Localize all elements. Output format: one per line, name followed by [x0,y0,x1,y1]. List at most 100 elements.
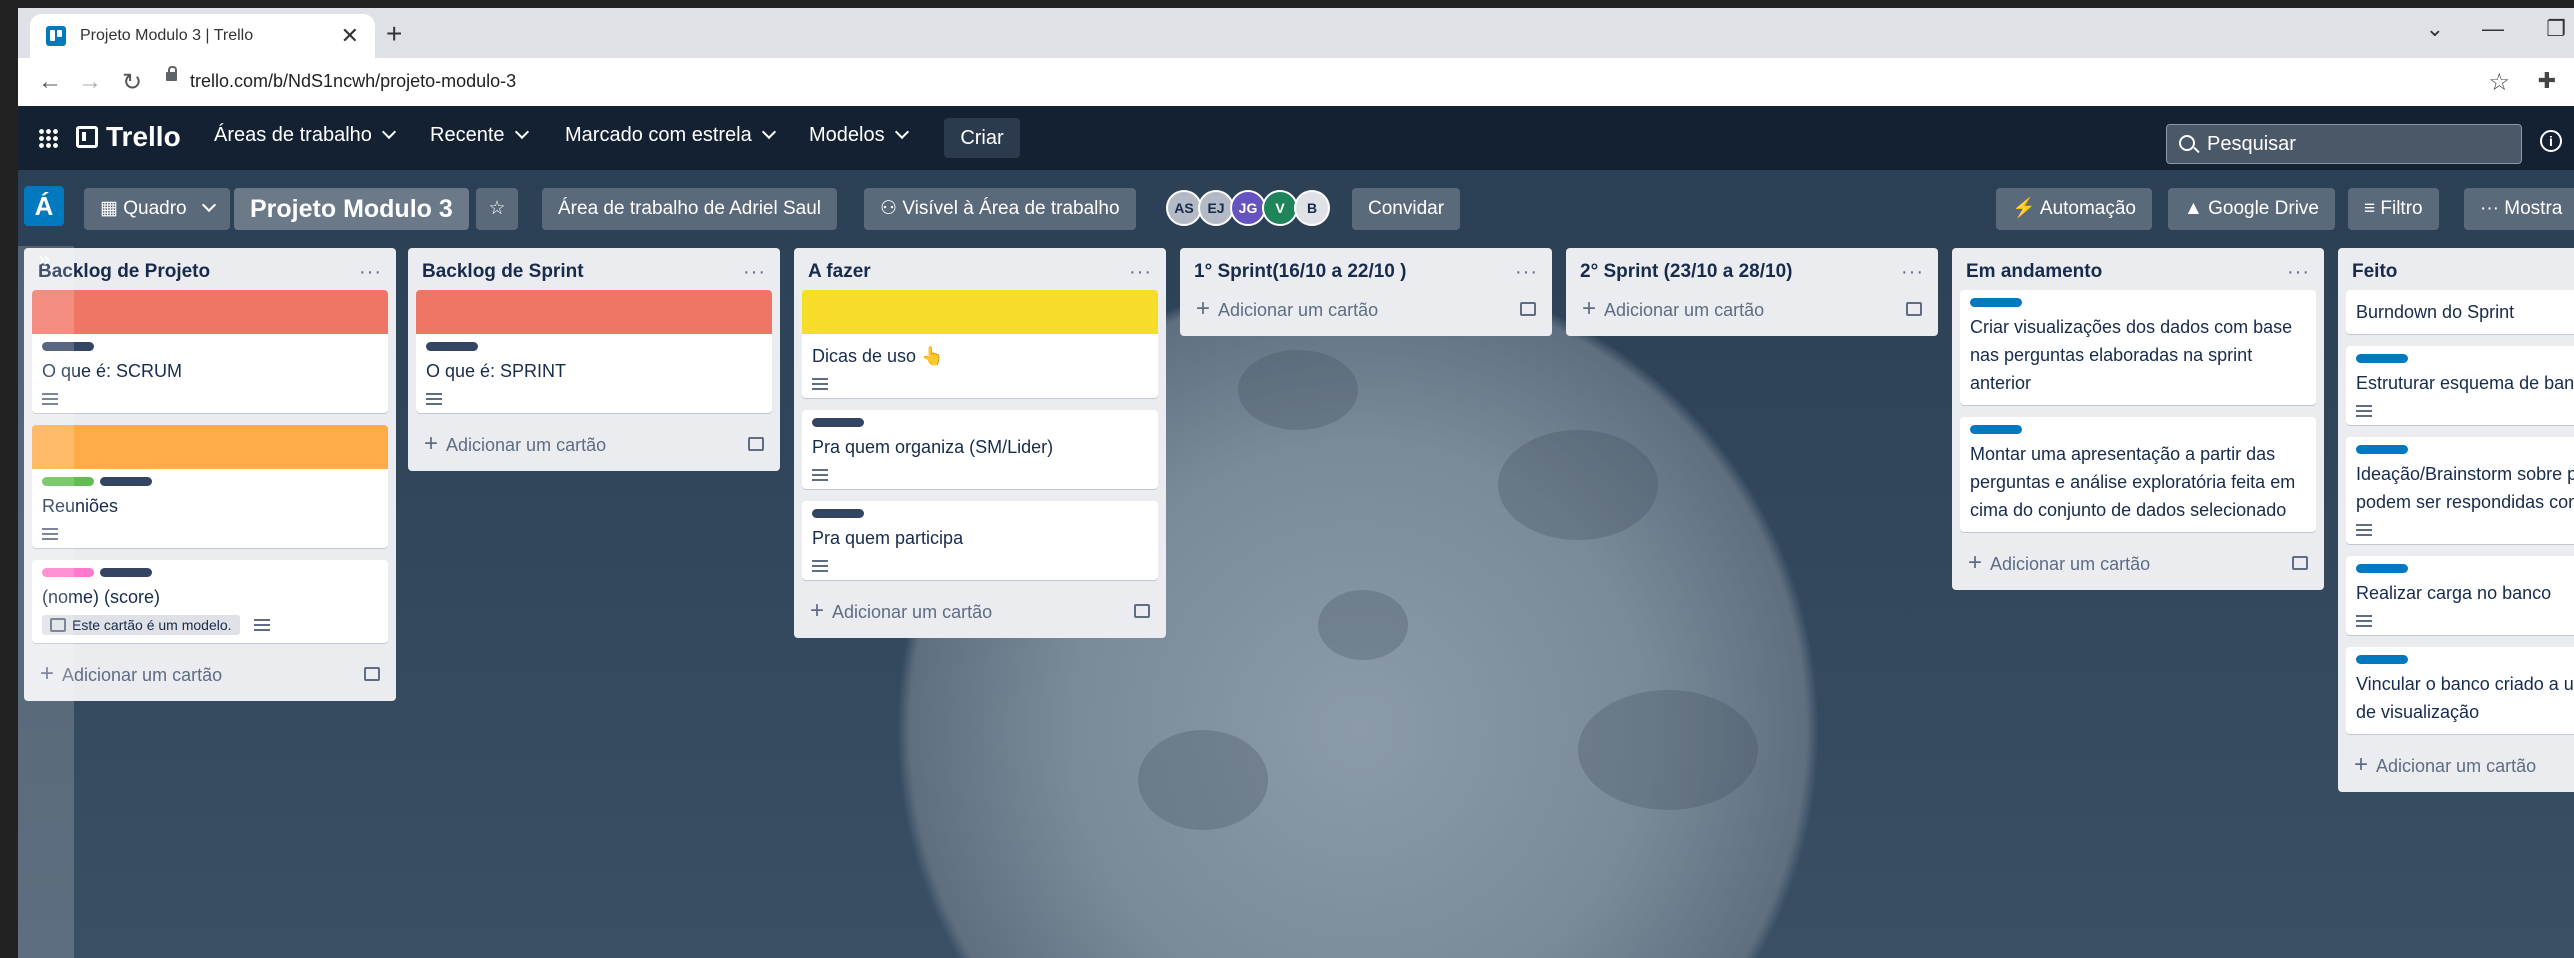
card-label[interactable] [812,418,864,427]
create-button[interactable]: Criar [944,118,1020,158]
card[interactable]: Realizar carga no banco [2346,556,2574,635]
extensions-icon[interactable]: ✚ [2538,68,2556,94]
invite-button[interactable]: Convidar [1352,188,1461,230]
workspace-button[interactable]: Área de trabalho de Adriel Saul [542,188,838,230]
list-menu-icon[interactable]: ··· [359,261,382,284]
list-title[interactable]: Backlog de Sprint [422,261,584,283]
list-header[interactable]: Backlog de Projeto ··· [32,254,388,290]
list-title[interactable]: Em andamento [1966,261,2102,283]
reload-icon[interactable]: ↻ [122,68,142,97]
list-header[interactable]: Em andamento ··· [1960,254,2316,290]
google-drive-button[interactable]: ▲ Google Drive [2168,188,2335,230]
create-from-template-icon[interactable] [1520,302,1536,316]
board-title[interactable]: Projeto Modulo 3 [234,188,469,230]
list-menu-icon[interactable]: ··· [1515,261,1538,284]
nav-starred[interactable]: Marcado com estrela [565,124,776,147]
create-from-template-icon[interactable] [1134,604,1150,618]
workspace-badge[interactable]: Á [24,186,64,226]
list-title[interactable]: 2° Sprint (23/10 a 28/10) [1580,261,1792,283]
card-label[interactable] [2356,655,2408,664]
card[interactable]: Dicas de uso 👆 [802,290,1158,398]
card-label[interactable] [2356,354,2408,363]
search-icon [2179,135,2195,151]
apps-grid-icon[interactable] [38,128,58,148]
list-menu-icon[interactable]: ··· [1129,261,1152,284]
create-from-template-icon[interactable] [1906,302,1922,316]
list-menu-icon[interactable]: ··· [2287,261,2310,284]
add-card-button[interactable]: + Adicionar um cartão [2346,746,2574,784]
list-header[interactable]: 1° Sprint(16/10 a 22/10 ) ··· [1188,254,1544,290]
create-from-template-icon[interactable] [364,667,380,681]
card-label[interactable] [812,509,864,518]
add-card-button[interactable]: + Adicionar um cartão [1574,290,1930,328]
list-title[interactable]: 1° Sprint(16/10 a 22/10 ) [1194,261,1406,283]
trello-logo[interactable]: Trello [76,121,181,153]
card[interactable]: O que é: SCRUM [32,290,388,413]
tab-search-icon[interactable]: ⌄ [2426,16,2444,42]
list-title[interactable]: A fazer [808,261,871,283]
plus-icon: + [2354,751,2369,778]
list-title[interactable]: Feito [2352,261,2397,283]
card[interactable]: Estruturar esquema de banco de dados [2346,346,2574,425]
sidebar-collapsed[interactable] [18,246,74,958]
nav-templates[interactable]: Modelos [809,124,909,147]
avatar[interactable]: B [1294,190,1330,226]
filter-button[interactable]: ≡ Filtro [2348,188,2439,230]
description-icon [812,469,828,481]
list-header[interactable]: Feito··· [2346,254,2574,290]
list-header[interactable]: A fazer ··· [802,254,1158,290]
back-arrow-icon[interactable]: ← [38,68,62,96]
avatar[interactable]: JG [1230,190,1266,226]
avatar[interactable]: EJ [1198,190,1234,226]
add-card-button[interactable]: + Adicionar um cartão [416,425,772,463]
restore-window-icon[interactable]: ❐ [2546,16,2566,42]
automation-button[interactable]: ⚡ Automação [1996,188,2153,230]
nav-recent[interactable]: Recente [430,124,529,147]
add-card-button[interactable]: + Adicionar um cartão [32,655,388,693]
card-label[interactable] [1970,425,2022,434]
card-label[interactable] [426,342,478,351]
card-label[interactable] [100,568,152,577]
card-label[interactable] [2356,564,2408,573]
view-switcher-button[interactable]: ▦ Quadro [84,188,230,230]
browser-tab[interactable]: Projeto Modulo 3 | Trello ✕ [30,14,375,58]
bookmark-star-icon[interactable]: ☆ [2488,68,2510,97]
create-from-template-icon[interactable] [748,437,764,451]
url-field[interactable]: trello.com/b/NdS1ncwh/projeto-modulo-3 [190,71,516,92]
list-header[interactable]: 2° Sprint (23/10 a 28/10) ··· [1574,254,1930,290]
search-input[interactable]: Pesquisar [2166,124,2522,164]
card[interactable]: Pra quem organiza (SM/Lider) [802,410,1158,489]
card-label[interactable] [1970,298,2022,307]
close-tab-icon[interactable]: ✕ [341,23,359,49]
expand-sidebar-icon[interactable]: » [38,246,50,272]
visibility-button[interactable]: ⚇ Visível à Área de trabalho [864,188,1136,230]
list-menu-icon[interactable]: ··· [743,261,766,284]
card[interactable]: Vincular o banco criado a uma ferramenta… [2346,647,2574,734]
forward-arrow-icon[interactable]: → [78,68,102,96]
card[interactable]: Montar uma apresentação a partir das per… [1960,417,2316,532]
list-menu-icon[interactable]: ··· [1901,261,1924,284]
card[interactable]: Pra quem participa [802,501,1158,580]
nav-workspaces[interactable]: Áreas de trabalho [214,124,396,147]
card[interactable]: O que é: SPRINT [416,290,772,413]
new-tab-button[interactable]: + [386,18,402,50]
create-from-template-icon[interactable] [2292,556,2308,570]
card-label[interactable] [100,477,152,486]
list-header[interactable]: Backlog de Sprint ··· [416,254,772,290]
add-card-button[interactable]: + Adicionar um cartão [802,592,1158,630]
card[interactable]: Reuniões [32,425,388,548]
avatar[interactable]: V [1262,190,1298,226]
card[interactable]: Criar visualizações dos dados com base n… [1960,290,2316,405]
info-icon[interactable]: i [2540,130,2562,152]
lock-icon[interactable] [166,66,177,81]
star-board-icon[interactable]: ☆ [476,188,518,230]
card-label[interactable] [2356,445,2408,454]
minimize-window-icon[interactable]: — [2482,16,2504,42]
avatar[interactable]: AS [1166,190,1202,226]
show-menu-button[interactable]: ··· Mostra [2464,188,2574,230]
card[interactable]: (nome) (score) Este cartão é um modelo. [32,560,388,643]
add-card-button[interactable]: + Adicionar um cartão [1960,544,2316,582]
card[interactable]: Ideação/Brainstorm sobre perguntas que p… [2346,437,2574,544]
add-card-button[interactable]: + Adicionar um cartão [1188,290,1544,328]
card[interactable]: Burndown do Sprint [2346,290,2574,334]
